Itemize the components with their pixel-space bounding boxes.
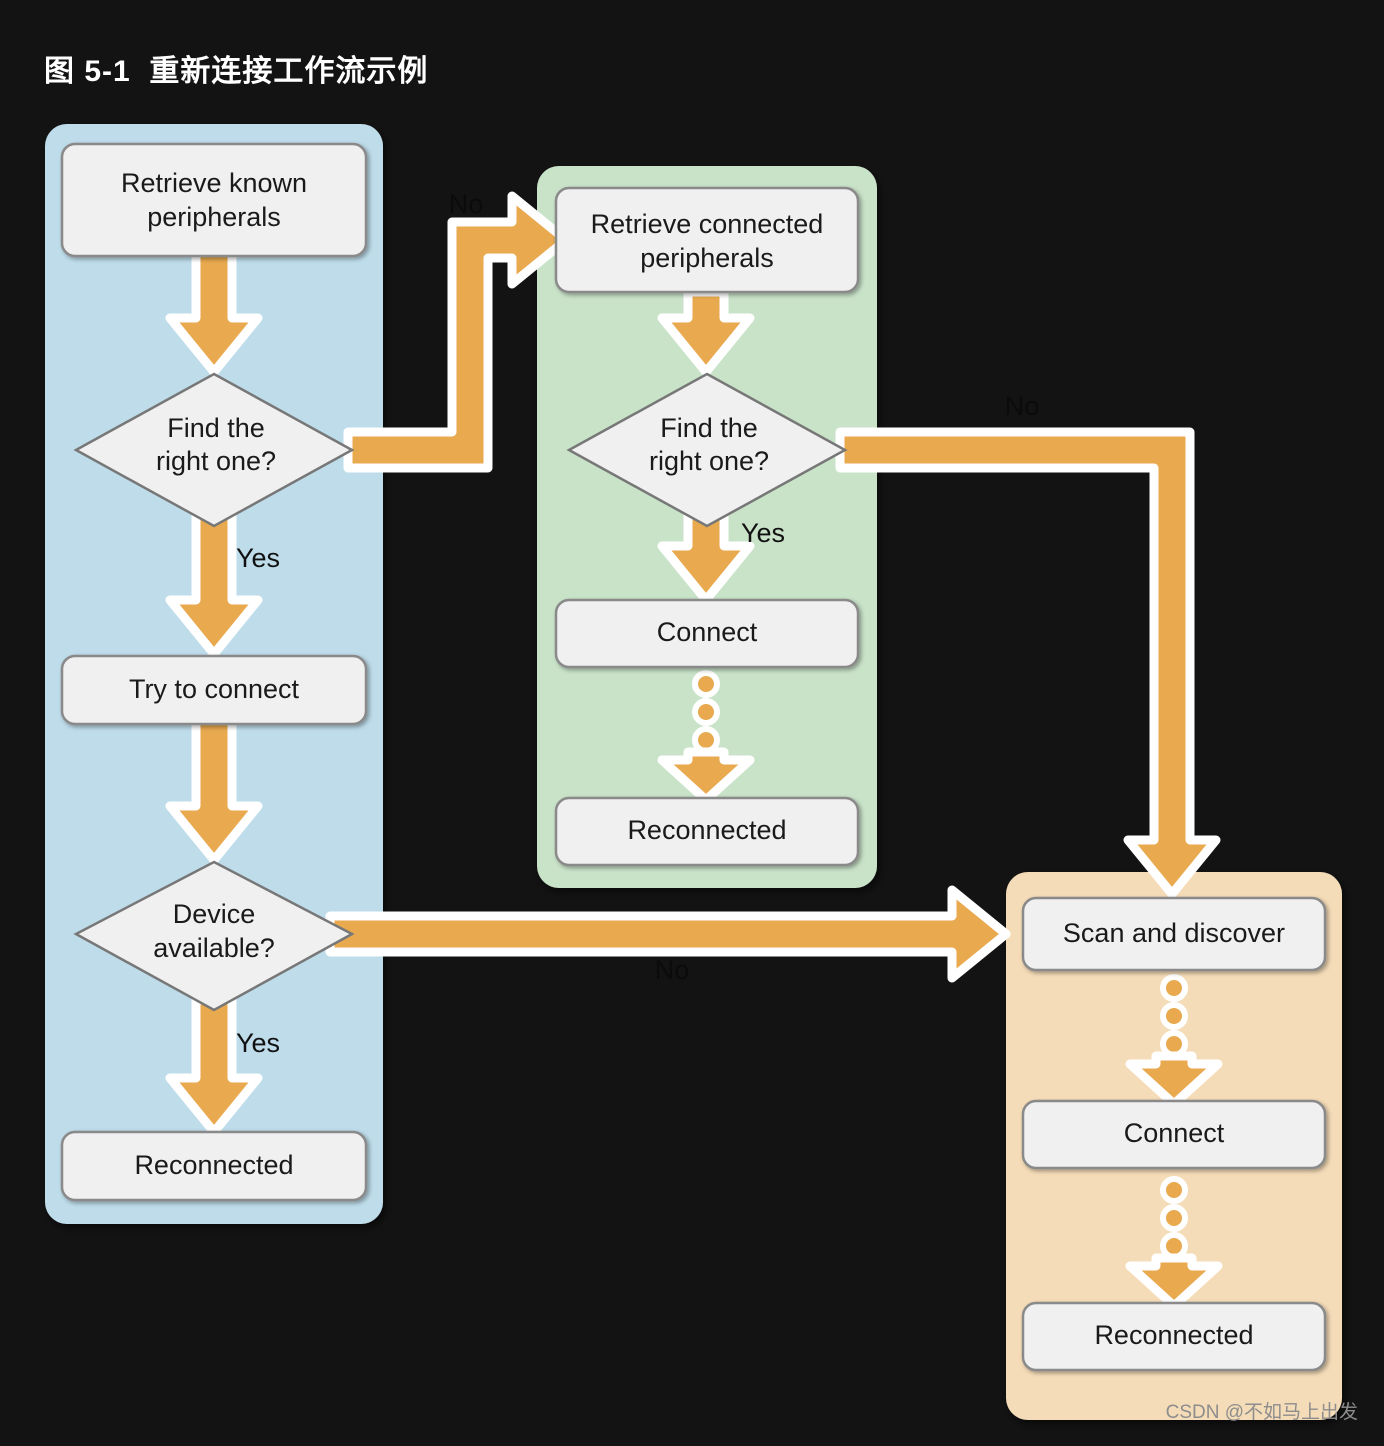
node-label-line2: available? — [153, 933, 275, 963]
edge-label-find-yes-green: Yes — [741, 518, 785, 548]
node-label-line1: Find the — [660, 413, 758, 443]
node-label-line1: Connect — [657, 617, 758, 647]
edge-label-device-no: No — [655, 955, 690, 985]
node-label-line1: Find the — [167, 413, 265, 443]
node-reconnected-blue[interactable]: Reconnected — [60, 1130, 368, 1202]
node-label-line1: Connect — [1124, 1118, 1225, 1148]
node-label-line2: peripherals — [147, 202, 281, 232]
node-reconnected-orange[interactable]: Reconnected — [1021, 1301, 1327, 1372]
arrow-find-no-to-scan-discover — [835, 427, 1221, 899]
node-scan-and-discover[interactable]: Scan and discover — [1021, 896, 1327, 972]
node-try-to-connect[interactable]: Try to connect — [60, 654, 368, 726]
node-label-line1: Reconnected — [627, 815, 786, 845]
edge-label-device-yes: Yes — [236, 1028, 280, 1058]
edge-label-find-no-blue: No — [449, 189, 484, 219]
node-reconnected-green[interactable]: Reconnected — [554, 796, 860, 867]
edge-label-find-no-green: No — [1005, 391, 1040, 421]
node-retrieve-known-peripherals[interactable]: Retrieve known peripherals — [60, 142, 368, 258]
node-label-line1: Retrieve connected — [591, 209, 824, 239]
node-label-line1: Try to connect — [129, 674, 300, 704]
node-retrieve-connected-peripherals[interactable]: Retrieve connected peripherals — [554, 186, 860, 294]
node-label-line2: right one? — [156, 446, 276, 476]
node-connect-orange[interactable]: Connect — [1021, 1099, 1327, 1170]
node-label-line1: Scan and discover — [1063, 918, 1285, 948]
node-label-line1: Reconnected — [1094, 1320, 1253, 1350]
node-connect-green[interactable]: Connect — [554, 598, 860, 669]
node-label-line2: right one? — [649, 446, 769, 476]
watermark: CSDN @不如马上出发 — [1165, 1402, 1358, 1423]
node-label-line1: Reconnected — [134, 1150, 293, 1180]
node-label-line2: peripherals — [640, 243, 774, 273]
node-label-line1: Retrieve known — [121, 168, 307, 198]
node-label-line1: Device — [173, 899, 256, 929]
edge-label-find-yes-blue: Yes — [236, 543, 280, 573]
flowchart-diagram: Retrieve known peripherals Find the righ… — [45, 124, 1342, 1420]
